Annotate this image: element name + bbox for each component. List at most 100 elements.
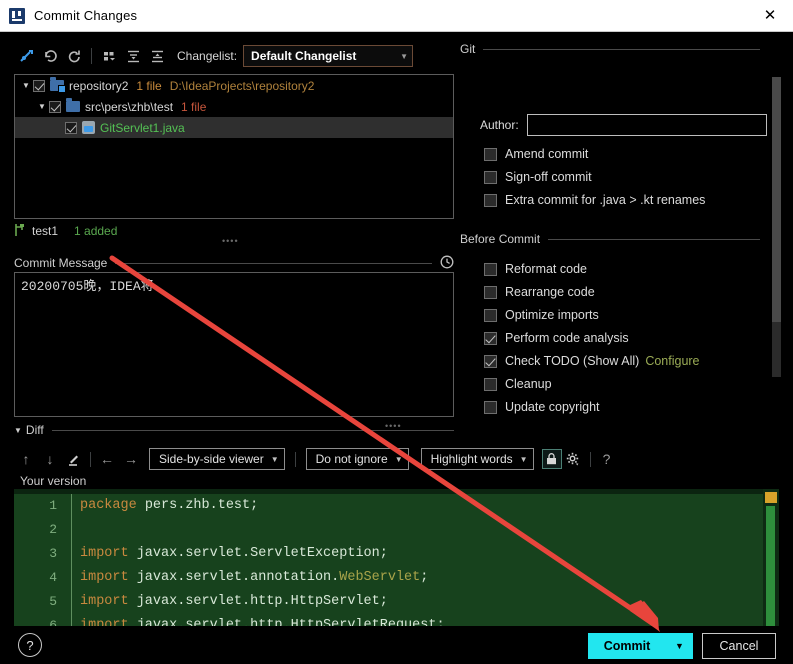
cleanup-checkbox[interactable]: Cleanup: [484, 374, 552, 394]
your-version-label: Your version: [20, 474, 87, 488]
optimize-imports-checkbox[interactable]: Optimize imports: [484, 305, 599, 325]
close-icon[interactable]: ✕: [747, 0, 793, 31]
next-change-icon[interactable]: ↓: [38, 447, 62, 471]
edit-source-icon[interactable]: [62, 447, 86, 471]
sign-off-commit-checkbox[interactable]: Sign-off commit: [484, 167, 592, 187]
diff-help-icon[interactable]: ?: [595, 447, 619, 471]
highlight-mode-value: Highlight words: [430, 452, 513, 466]
commit-message-header: Commit Message: [14, 255, 454, 271]
checkbox-box[interactable]: [484, 262, 497, 276]
changelist-dropdown[interactable]: Default Changelist ▼: [243, 45, 414, 67]
checkbox-box[interactable]: [484, 147, 497, 161]
checkbox-label: Perform code analysis: [505, 331, 629, 345]
refresh-icon[interactable]: [62, 44, 86, 68]
author-field[interactable]: [526, 114, 767, 136]
right-panel-scrollbar-thumb[interactable]: [772, 77, 781, 322]
changelist-label: Changelist:: [177, 49, 238, 63]
git-group-title: Git: [460, 42, 476, 56]
tree-row-name: src\pers\zhb\test: [85, 99, 174, 114]
commit-message-title: Commit Message: [14, 256, 108, 270]
diff-toolbar: ↑ ↓ ← → Side-by-side viewer ▼ Do not ign…: [14, 446, 654, 472]
chevron-down-icon: ▼: [394, 454, 403, 464]
branch-status-bar: test1 1 added: [14, 222, 117, 240]
line-number: 3: [49, 546, 57, 561]
changelist-toolbar: Changelist: Default Changelist ▼: [14, 42, 454, 70]
right-panel-scrollbar[interactable]: [772, 77, 781, 377]
commit-message-input[interactable]: 20200705晚，IDEA将: [14, 272, 454, 417]
window-title-bar: Commit Changes ✕: [0, 0, 793, 32]
divider: [51, 429, 454, 431]
splitter-handle-tree[interactable]: ••••: [222, 236, 239, 246]
tree-row[interactable]: ▼ repository2 1 file D:\IdeaProjects\reposi…: [15, 75, 453, 96]
tree-row-count: 1 file: [136, 78, 162, 93]
checkbox-box[interactable]: [484, 170, 497, 184]
reformat-code-checkbox[interactable]: Reformat code: [484, 259, 587, 279]
rearrange-code-checkbox[interactable]: Rearrange code: [484, 282, 595, 302]
chevron-down-icon[interactable]: ▼: [35, 102, 49, 111]
commit-button[interactable]: Commit: [588, 633, 666, 659]
code-scrollbar-thumb[interactable]: [766, 506, 775, 631]
toolbar-separator: [294, 451, 296, 467]
perform-code-analysis-checkbox[interactable]: Perform code analysis: [484, 328, 629, 348]
chevron-down-icon: ▼: [519, 454, 528, 464]
checkbox-box[interactable]: [484, 354, 497, 368]
changed-files-tree[interactable]: ▼ repository2 1 file D:\IdeaProjects\reposi…: [14, 74, 454, 219]
checkbox-label: Extra commit for .java > .kt renames: [505, 193, 706, 207]
tree-row-checkbox[interactable]: [33, 79, 45, 92]
divider: [548, 238, 760, 240]
accept-right-icon[interactable]: →: [119, 447, 143, 471]
cancel-button[interactable]: Cancel: [702, 633, 776, 659]
collapse-all-icon[interactable]: [145, 44, 169, 68]
commit-dropdown-arrow[interactable]: ▼: [666, 633, 693, 659]
tree-row-path: D:\IdeaProjects\repository2: [169, 78, 315, 93]
line-number: 5: [49, 594, 57, 609]
tree-row[interactable]: GitServlet1.java: [15, 117, 453, 138]
viewer-mode-dropdown[interactable]: Side-by-side viewer ▼: [149, 448, 285, 470]
code-line: import javax.servlet.ServletException;: [80, 542, 760, 566]
code-token: import: [80, 570, 129, 585]
update-copyright-checkbox[interactable]: Update copyright: [484, 397, 600, 417]
highlight-mode-dropdown[interactable]: Highlight words ▼: [420, 448, 534, 470]
show-diff-icon[interactable]: [14, 44, 38, 68]
code-token: import: [80, 546, 129, 561]
amend-commit-checkbox[interactable]: Amend commit: [484, 144, 588, 164]
diff-section-header[interactable]: ▼ Diff: [14, 422, 454, 438]
history-clock-icon[interactable]: [440, 255, 454, 271]
accept-left-icon[interactable]: ←: [95, 447, 119, 471]
tree-row-name: repository2: [69, 78, 129, 93]
checkbox-box[interactable]: [484, 308, 497, 322]
checkbox-box[interactable]: [484, 193, 497, 207]
right-panel: Git Author: Amend commit Sign-off commit E…: [455, 32, 793, 414]
author-row: Author:: [480, 114, 767, 136]
expand-all-icon[interactable]: [121, 44, 145, 68]
tree-row[interactable]: ▼ src\pers\zhb\test 1 file: [15, 96, 453, 117]
tree-row-checkbox[interactable]: [49, 100, 61, 113]
toolbar-separator: [90, 451, 91, 467]
configure-link[interactable]: Configure: [645, 354, 699, 368]
extra-commit-renames-checkbox[interactable]: Extra commit for .java > .kt renames: [484, 190, 705, 210]
code-warning-marker[interactable]: [765, 492, 777, 503]
chevron-down-icon: ▼: [400, 51, 409, 61]
rollback-icon[interactable]: [38, 44, 62, 68]
check-todo-checkbox[interactable]: Check TODO (Show All) Configure: [484, 351, 700, 371]
line-number: 2: [49, 522, 57, 537]
chevron-down-icon[interactable]: ▼: [19, 81, 33, 90]
lock-icon[interactable]: [541, 449, 562, 469]
gear-icon[interactable]: [562, 447, 586, 471]
group-by-icon[interactable]: [97, 44, 121, 68]
git-branch-icon: [14, 223, 25, 239]
code-line: import javax.servlet.http.HttpServlet;: [80, 590, 760, 614]
checkbox-box[interactable]: [484, 331, 497, 345]
checkbox-box[interactable]: [484, 285, 497, 299]
branch-name: test1: [32, 224, 59, 238]
folder-icon: [66, 98, 80, 112]
diff-section-title: Diff: [25, 423, 44, 437]
ignore-mode-dropdown[interactable]: Do not ignore ▼: [305, 448, 409, 470]
checkbox-box[interactable]: [484, 377, 497, 391]
help-icon[interactable]: ?: [18, 633, 42, 657]
tree-row-checkbox[interactable]: [65, 121, 77, 134]
prev-change-icon[interactable]: ↑: [14, 447, 38, 471]
changelist-value: Default Changelist: [251, 49, 357, 63]
checkbox-box[interactable]: [484, 400, 497, 414]
